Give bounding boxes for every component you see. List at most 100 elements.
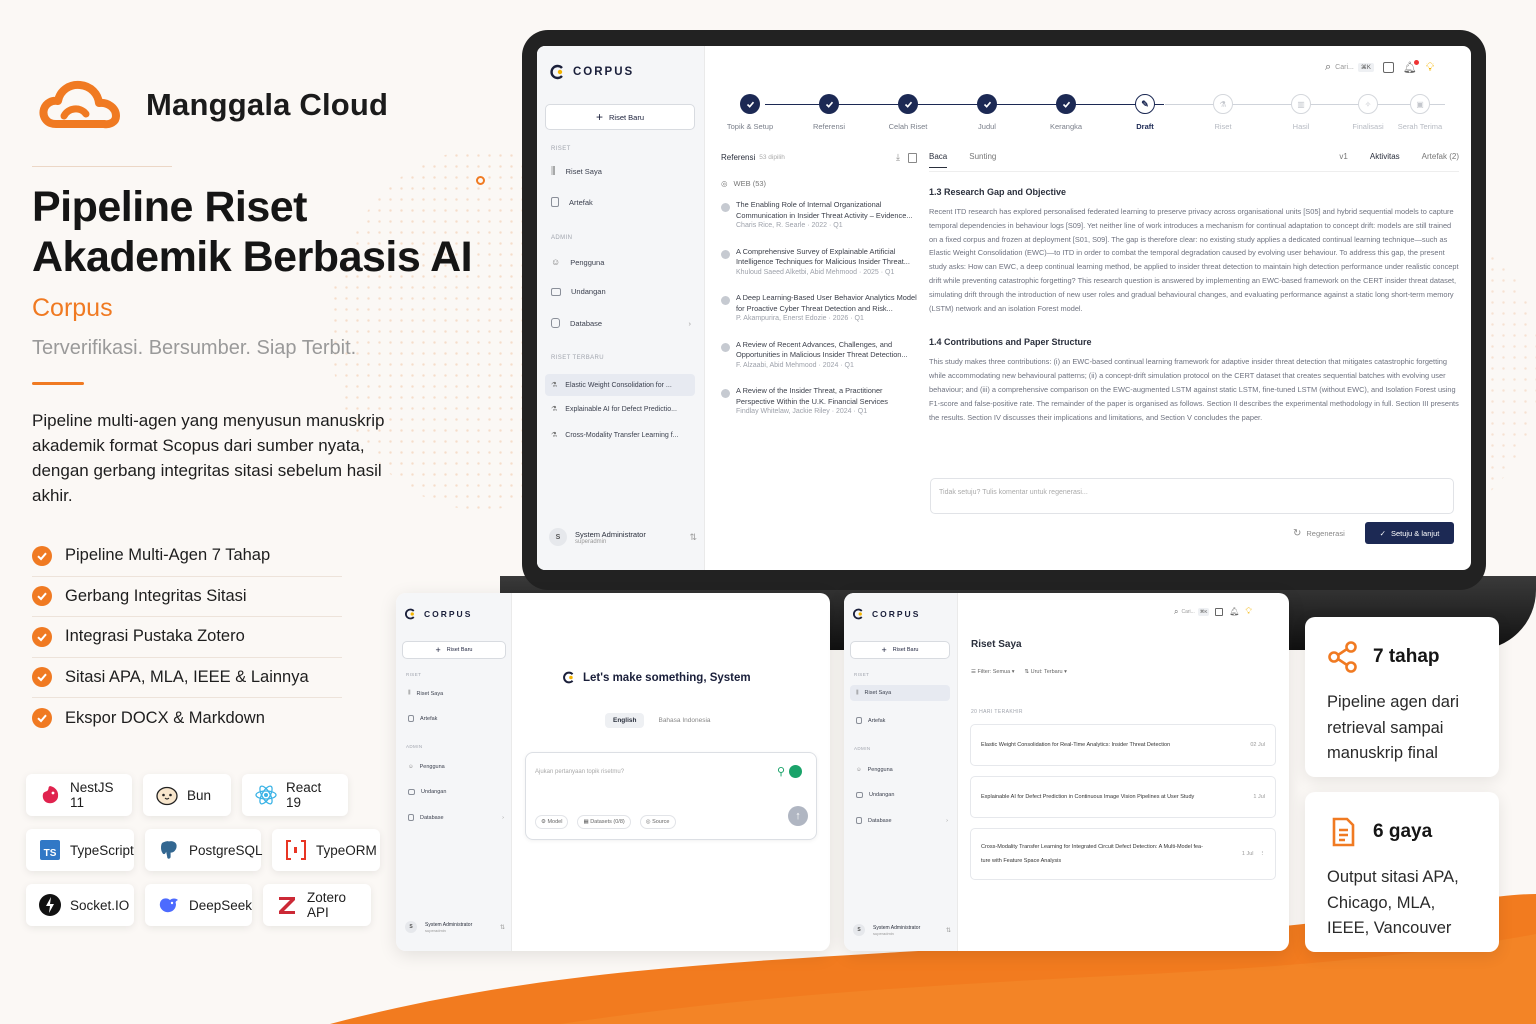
sidebar-item-riset-saya[interactable]: ⫼ Riset Saya: [850, 685, 950, 701]
references-group[interactable]: ◎ WEB (53): [721, 179, 917, 188]
tech-badge-deepseek: DeepSeek: [145, 884, 252, 926]
lightbulb-icon[interactable]: 💡︎: [1426, 60, 1434, 75]
sidebar-item-database[interactable]: Database ›: [856, 817, 948, 824]
grammarly-icon[interactable]: [789, 765, 802, 778]
section-label: RISET: [406, 672, 422, 677]
list-item[interactable]: Explainable AI for Defect Prediction in …: [970, 776, 1276, 818]
send-button[interactable]: ↑: [788, 806, 808, 826]
tab-aktivitas[interactable]: Aktivitas: [1370, 152, 1400, 161]
filter-dropdown[interactable]: ☰ Filter: Semua ▾: [971, 669, 1014, 675]
search-box[interactable]: ⌕ Cari... ⌘K: [1325, 61, 1374, 74]
status-dot: [721, 296, 730, 305]
sidebar-item-riset-saya[interactable]: ⫼ Riset Saya: [551, 166, 602, 177]
globe-icon: ◎: [721, 179, 728, 188]
copy-icon[interactable]: [908, 152, 917, 163]
check-icon: [32, 545, 52, 566]
lang-indonesia[interactable]: Bahasa Indonesia: [650, 713, 718, 728]
sidebar-item-undangan[interactable]: Undangan: [551, 287, 606, 296]
bell-icon[interactable]: 🔔︎: [1229, 607, 1239, 616]
more-icon[interactable]: ⋮: [1260, 851, 1266, 857]
step-finalisasi[interactable]: ✧ Finalisasi: [1338, 94, 1398, 131]
user-menu[interactable]: S System Administrator superadmin ⇅: [853, 924, 951, 936]
recent-item[interactable]: ⚗ Elastic Weight Consolidation for ...: [545, 374, 695, 396]
corpus-logo-icon: [563, 671, 574, 684]
sidebar-item-pengguna[interactable]: ☺ Pengguna: [856, 767, 893, 773]
recent-item[interactable]: ⚗ Explainable AI for Defect Predictio...: [551, 405, 677, 414]
version-label[interactable]: v1: [1339, 152, 1347, 161]
prompt-input[interactable]: Ajukan pertanyaan topik risetmu?: [535, 769, 624, 775]
sidebar-item-database[interactable]: Database ›: [551, 318, 691, 328]
model-chip[interactable]: ⚙ Model: [535, 815, 569, 829]
new-research-button[interactable]: + Riset Baru: [402, 641, 506, 659]
location-pin-icon[interactable]: ⚲: [777, 765, 785, 778]
step-label: Topik & Setup: [726, 122, 774, 131]
sidebar-item-undangan[interactable]: Undangan: [408, 789, 446, 795]
lightbulb-icon[interactable]: 💡︎: [1246, 606, 1252, 617]
reference-item[interactable]: A Review of Recent Advances, Challenges,…: [721, 340, 917, 372]
reference-item[interactable]: A Comprehensive Survey of Explainable Ar…: [721, 247, 917, 279]
step-serah-terima[interactable]: ▣ Serah Terima: [1390, 94, 1450, 131]
list-item[interactable]: Cross-Modality Transfer Learning for Int…: [970, 828, 1276, 880]
section-label: RISET: [854, 672, 870, 677]
sidebar-item-pengguna[interactable]: ☺ Pengguna: [408, 764, 445, 770]
comment-input[interactable]: Tidak setuju? Tulis komentar untuk regen…: [930, 478, 1454, 514]
plus-icon: +: [881, 645, 887, 655]
tab-sunting[interactable]: Sunting: [969, 152, 996, 161]
sidebar-item-database[interactable]: Database ›: [408, 814, 504, 821]
lang-english[interactable]: English: [605, 713, 645, 728]
user-menu[interactable]: S System Administrator superadmin ⇅: [405, 921, 505, 933]
feature-item: Pipeline Multi-Agen 7 Tahap: [32, 536, 342, 577]
sidebar-item-artefak[interactable]: Artefak: [551, 197, 593, 207]
deepseek-icon: [157, 893, 181, 917]
datasets-chip[interactable]: ▦ Datasets (0/8): [577, 815, 631, 829]
sidebar-item-artefak[interactable]: Artefak: [408, 715, 437, 722]
new-research-button[interactable]: + Riset Baru: [850, 641, 950, 659]
tab-artefak[interactable]: Artefak (2): [1422, 152, 1459, 161]
corpus-logo[interactable]: CORPUS: [549, 64, 634, 80]
chat-screen-card: CORPUS + Riset Baru RISET ⫼ Riset Saya Art…: [396, 593, 830, 951]
check-icon: [898, 94, 918, 114]
user-menu[interactable]: S System Administrator superadmin ⇅: [549, 528, 697, 546]
users-icon: ☺: [856, 767, 862, 773]
title-line-1: Pipeline Riset: [32, 183, 307, 231]
top-toolbar: ⌕ Cari... ⌘K 🔔︎ 💡︎: [1174, 606, 1252, 617]
approve-button[interactable]: ✓ Setuju & lanjut: [1365, 522, 1454, 544]
feature-label: Gerbang Integritas Sitasi: [65, 586, 247, 605]
step-topik[interactable]: Topik & Setup: [720, 94, 780, 131]
flask-icon: ⚗: [551, 382, 558, 389]
bell-icon[interactable]: 🔔︎: [1403, 60, 1419, 74]
language-toggle: English Bahasa Indonesia: [605, 713, 719, 728]
tech-badge-postgresql: PostgreSQL: [145, 829, 263, 871]
step-kerangka[interactable]: Kerangka: [1036, 94, 1096, 131]
reference-item[interactable]: A Review of the Insider Threat, a Practi…: [721, 386, 917, 418]
step-hasil[interactable]: ▥ Hasil: [1271, 94, 1331, 131]
sidebar-item-artefak[interactable]: Artefak: [856, 717, 885, 724]
corpus-logo[interactable]: CORPUS: [404, 608, 472, 620]
reference-item[interactable]: A Deep Learning-Based User Behavior Anal…: [721, 293, 917, 325]
package-icon: ▣: [1410, 94, 1430, 114]
step-referensi[interactable]: Referensi: [799, 94, 859, 131]
list-item[interactable]: Elastic Weight Consolidation for Real-Ti…: [970, 724, 1276, 766]
regenerate-button[interactable]: ↻ Regenerasi: [1293, 528, 1345, 539]
step-judul[interactable]: Judul: [957, 94, 1017, 131]
recent-item[interactable]: ⚗ Cross-Modality Transfer Learning f...: [551, 431, 679, 440]
step-draft[interactable]: ✎ Draft: [1115, 94, 1175, 131]
reference-item[interactable]: The Enabling Role of Internal Organizati…: [721, 200, 917, 232]
title-line-2: Akademik Berbasis AI: [32, 233, 473, 281]
sidebar-item-undangan[interactable]: Undangan: [856, 792, 894, 798]
tab-baca[interactable]: Baca: [929, 152, 948, 168]
search-box[interactable]: ⌕ Cari... ⌘K: [1174, 607, 1210, 617]
step-riset[interactable]: ⚗ Riset: [1193, 94, 1253, 131]
approve-label: Setuju & lanjut: [1390, 528, 1440, 538]
panel-toggle-icon[interactable]: [1382, 62, 1394, 73]
sort-dropdown[interactable]: ⇅ Urut: Terbaru ▾: [1024, 669, 1066, 675]
database-icon: [551, 318, 560, 328]
source-chip[interactable]: ◎ Source: [639, 815, 676, 829]
download-icon[interactable]: ⤓: [896, 152, 900, 163]
panel-toggle-icon[interactable]: [1215, 607, 1224, 616]
corpus-logo[interactable]: CORPUS: [852, 608, 920, 620]
step-celah[interactable]: Celah Riset: [878, 94, 938, 131]
sidebar-item-riset-saya[interactable]: ⫼ Riset Saya: [408, 690, 443, 697]
new-research-button[interactable]: + Riset Baru: [545, 104, 695, 130]
sidebar-item-pengguna[interactable]: ☺ Pengguna: [551, 257, 604, 267]
